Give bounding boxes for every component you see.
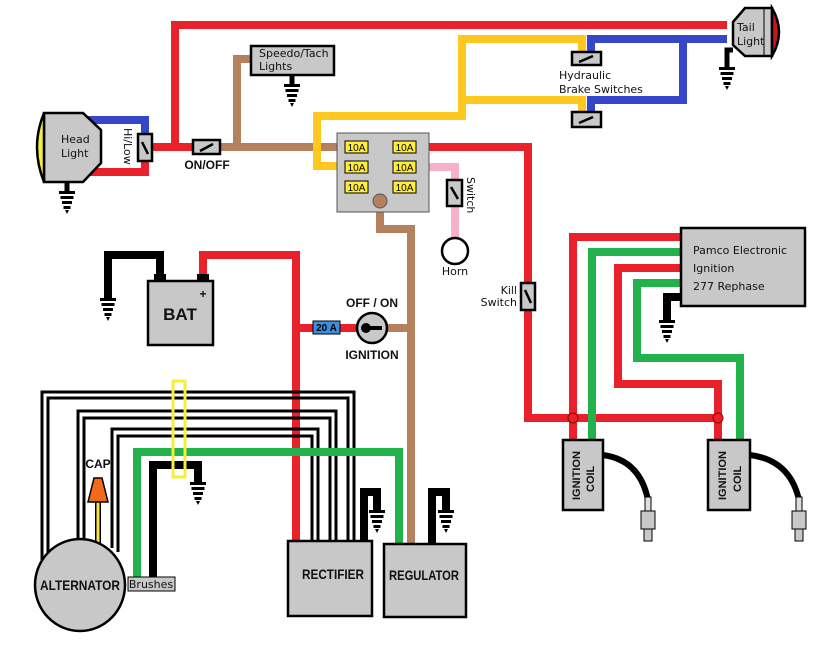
- svg-text:+: +: [199, 287, 206, 301]
- fuse[interactable]: 10A: [392, 180, 417, 194]
- ignition-coil-1: IGNITION COIL: [561, 438, 651, 512]
- svg-text:Brushes: Brushes: [129, 578, 174, 591]
- horn-icon: [440, 236, 470, 266]
- svg-text:Light: Light: [737, 35, 765, 48]
- svg-text:10A: 10A: [348, 183, 366, 194]
- svg-text:ALTERNATOR: ALTERNATOR: [40, 577, 120, 593]
- svg-text:Light: Light: [61, 147, 89, 160]
- junction-dot: [712, 412, 724, 424]
- battery: BAT +: [146, 274, 215, 347]
- brushes: Brushes: [127, 576, 176, 592]
- hi-low-label: Hi/Low: [121, 128, 134, 165]
- wire-blue-brake: [587, 35, 727, 54]
- ground-icon: [100, 298, 116, 321]
- ground-icon: [369, 510, 385, 533]
- spark-plug-1: [640, 496, 656, 542]
- wire-yellow-brake-2: [462, 96, 586, 113]
- alternator: ALTERNATOR: [33, 537, 127, 633]
- brake-switches-label: Hydraulic: [559, 69, 611, 82]
- svg-text:IGNITION: IGNITION: [571, 451, 583, 500]
- ground-icon: [59, 191, 75, 214]
- ignition-key-switch[interactable]: [355, 311, 389, 345]
- speedo-tach-lights: Speedo/Tach Lights: [249, 44, 336, 86]
- ground-icon: [719, 67, 735, 90]
- svg-text:REGULATOR: REGULATOR: [389, 567, 459, 583]
- cap-label: CAP: [85, 457, 110, 471]
- svg-text:10A: 10A: [348, 163, 366, 174]
- brake-switch-front[interactable]: [570, 50, 603, 67]
- svg-text:10A: 10A: [348, 143, 366, 154]
- rectifier: RECTIFIER: [286, 539, 374, 618]
- fuse[interactable]: 10A: [344, 180, 369, 194]
- svg-text:Switch: Switch: [481, 296, 517, 309]
- svg-text:10A: 10A: [396, 163, 414, 174]
- svg-text:Ignition: Ignition: [693, 262, 734, 275]
- fuse[interactable]: 10A: [344, 160, 369, 174]
- svg-text:10A: 10A: [396, 183, 414, 194]
- fuse[interactable]: 10A: [392, 140, 417, 154]
- svg-text:277 Rephase: 277 Rephase: [693, 280, 765, 293]
- fuse[interactable]: 10A: [344, 140, 369, 154]
- svg-text:Tail: Tail: [736, 21, 755, 34]
- svg-text:Pamco Electronic: Pamco Electronic: [693, 244, 787, 257]
- brake-switch-rear[interactable]: [570, 110, 603, 129]
- fuse-box: 10A 10A 10A 10A 10A 10A: [336, 132, 430, 213]
- svg-text:Lights: Lights: [259, 60, 292, 73]
- ground-icon: [284, 84, 300, 107]
- svg-text:RECTIFIER: RECTIFIER: [302, 566, 364, 582]
- wire-black-brushes: [149, 461, 202, 578]
- capacitor-icon: [87, 477, 109, 503]
- ground-icon: [190, 482, 206, 505]
- svg-text:20 A: 20 A: [316, 323, 337, 334]
- pamco-ignition-module: Pamco Electronic Ignition 277 Rephase: [679, 226, 807, 308]
- horn-label: Horn: [442, 265, 468, 278]
- horn-switch-label: Switch: [464, 177, 477, 213]
- tail-light: Tail Light: [724, 3, 781, 68]
- on-off-label: ON/OFF: [184, 158, 229, 172]
- ignition-label: IGNITION: [345, 348, 398, 362]
- wiring-diagram: CAP Head Light Hi/Low ON/OFF Speedo/Tach…: [33, 3, 807, 633]
- svg-text:Head: Head: [61, 133, 90, 146]
- key-icon: [366, 326, 382, 330]
- svg-text:IGNITION: IGNITION: [717, 451, 729, 500]
- wire-black-regulator-ground: [428, 488, 450, 545]
- ignition-coil-2: IGNITION COIL: [706, 438, 802, 512]
- regulator: REGULATOR: [382, 542, 468, 619]
- svg-text:BAT: BAT: [163, 305, 197, 324]
- ground-icon: [659, 320, 675, 343]
- head-light: Head Light: [35, 111, 103, 192]
- spark-plug-2: [791, 496, 807, 542]
- fuse[interactable]: 10A: [392, 160, 417, 174]
- svg-text:COIL: COIL: [585, 465, 597, 492]
- svg-text:Brake Switches: Brake Switches: [559, 83, 643, 96]
- junction-dot: [567, 412, 579, 424]
- svg-text:Speedo/Tach: Speedo/Tach: [259, 47, 329, 60]
- main-fuse-20a[interactable]: 20 A: [312, 320, 341, 335]
- svg-text:COIL: COIL: [732, 465, 744, 492]
- ignition-off-on-label: OFF / ON: [346, 296, 398, 310]
- svg-text:10A: 10A: [396, 143, 414, 154]
- ground-icon: [438, 510, 454, 533]
